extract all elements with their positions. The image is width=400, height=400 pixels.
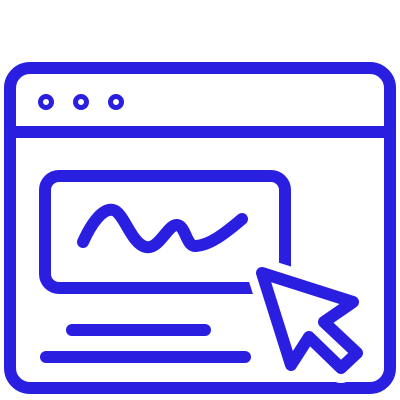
window-dot-icon [108, 94, 124, 110]
e-signature-browser-icon [4, 62, 396, 394]
icon-canvas [0, 0, 400, 400]
window-dot-icon [38, 94, 54, 110]
signature-scribble-icon [77, 203, 248, 254]
window-dot-icon [73, 94, 89, 110]
